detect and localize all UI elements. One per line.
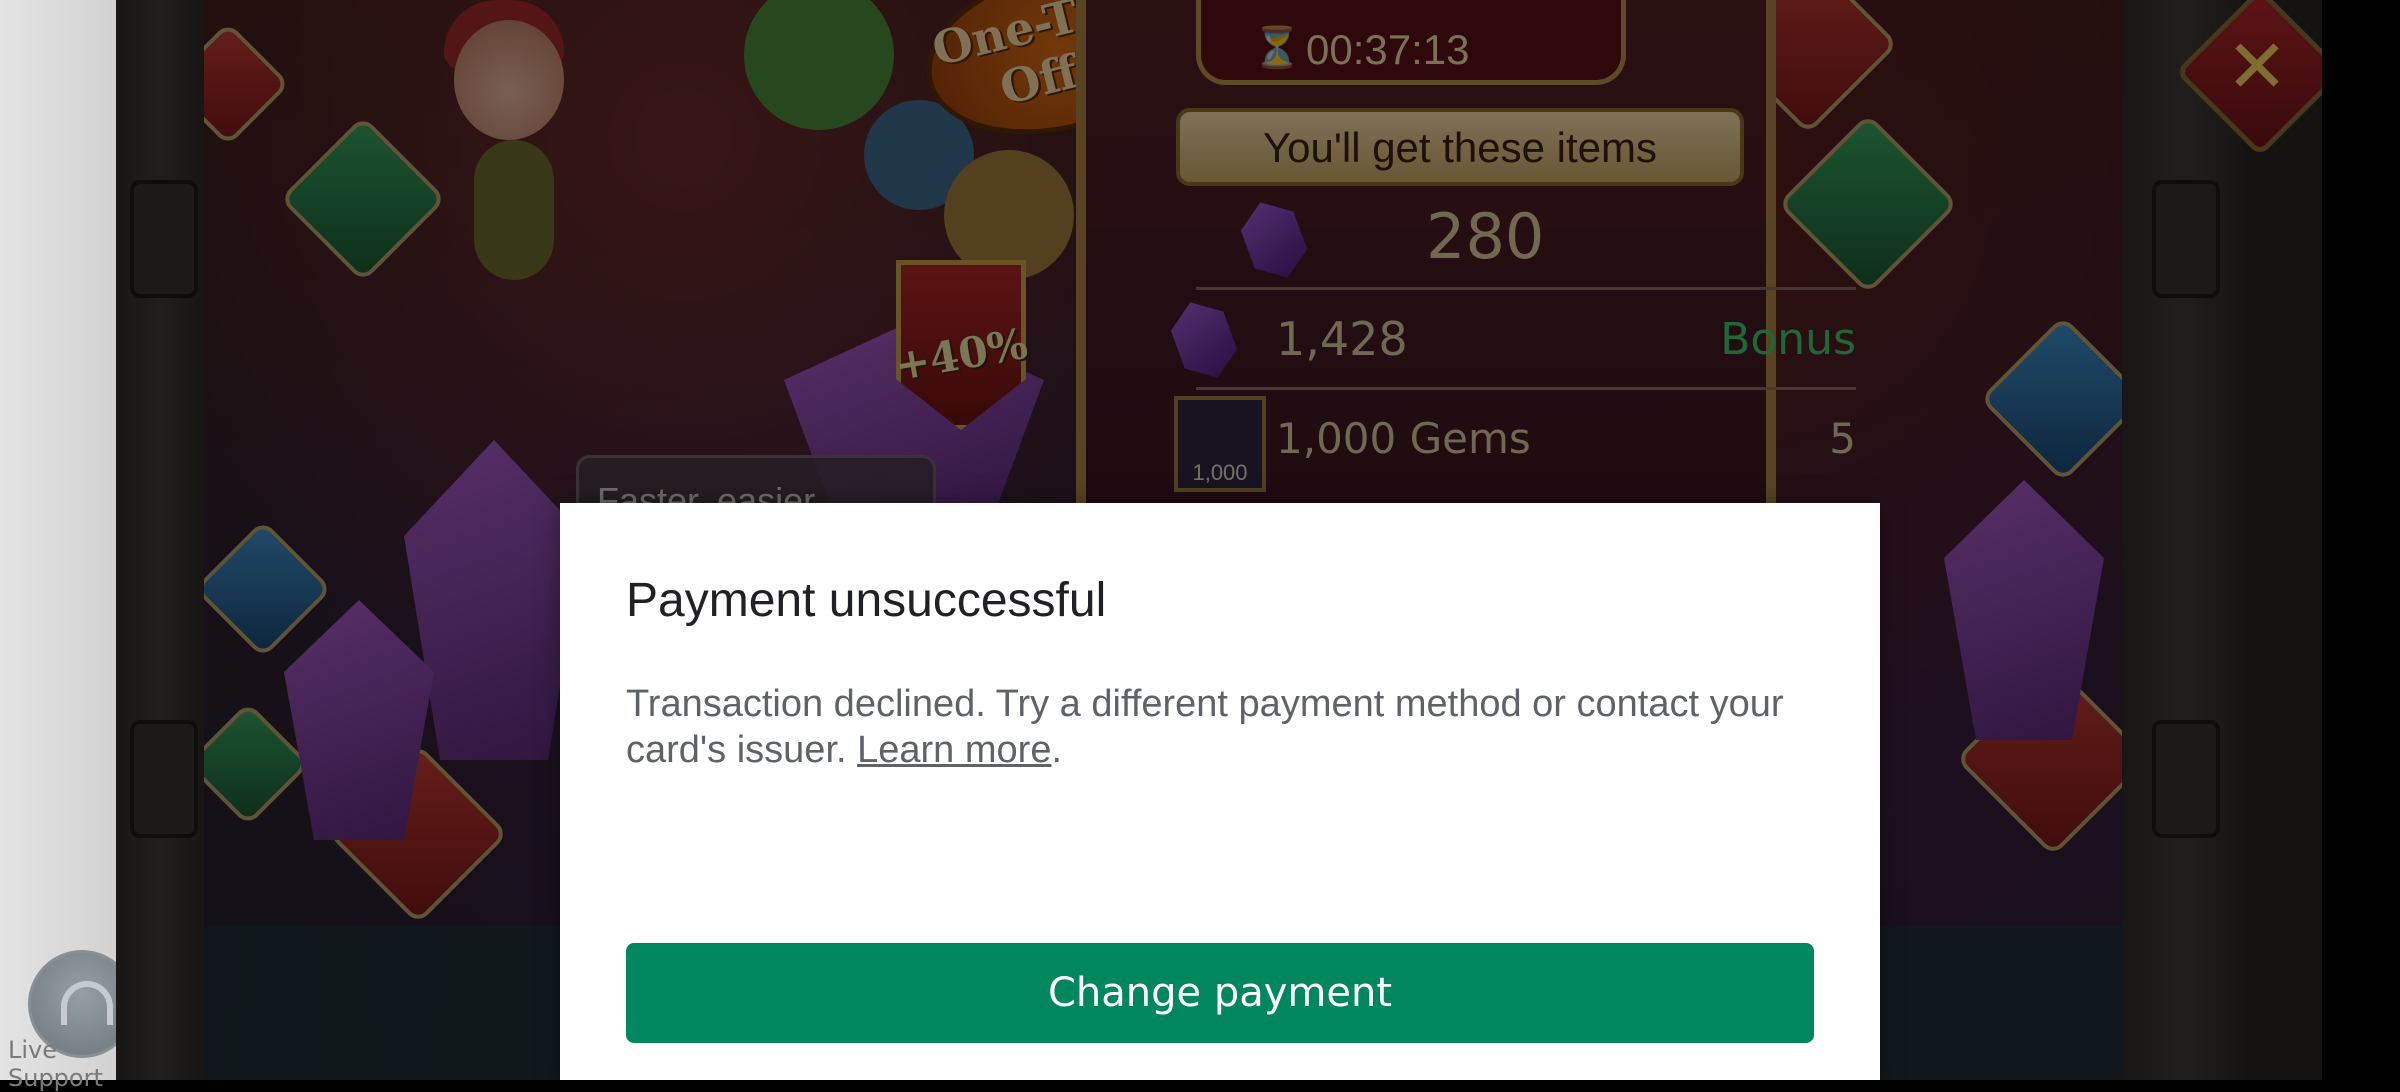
message-period: .	[1051, 729, 1063, 771]
change-payment-button[interactable]: Change payment	[626, 943, 1814, 1043]
dialog-message: Transaction declined. Try a different pa…	[626, 681, 1816, 773]
dialog-message-text: Transaction declined. Try a different pa…	[626, 683, 1784, 771]
dialog-title: Payment unsuccessful	[626, 574, 1107, 627]
modal-scrim-left[interactable]	[0, 0, 116, 1080]
right-black-bar	[2322, 0, 2400, 1080]
payment-error-dialog: Payment unsuccessful Transaction decline…	[560, 503, 1880, 1080]
learn-more-link[interactable]: Learn more	[857, 729, 1051, 771]
